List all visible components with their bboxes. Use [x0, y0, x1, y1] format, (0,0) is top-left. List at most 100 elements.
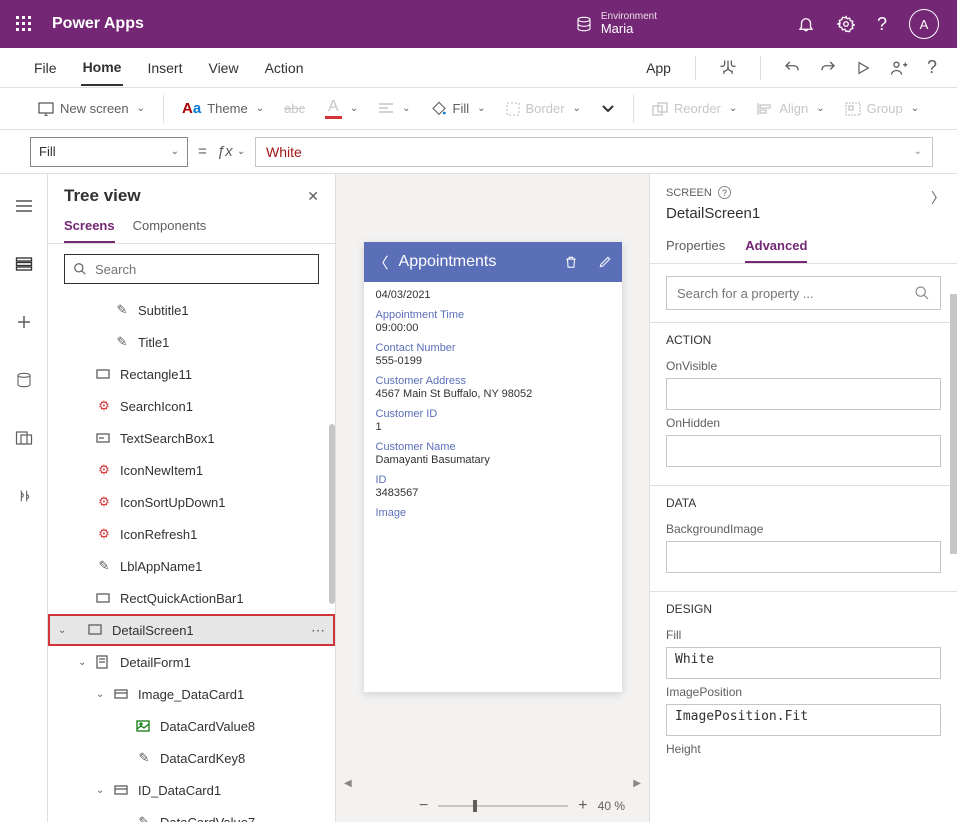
- tree-item-title1[interactable]: ✎Title1: [48, 326, 335, 358]
- chevron-down-icon[interactable]: ⌄: [96, 785, 104, 796]
- tree-item-iconsortupdown1[interactable]: ⚙IconSortUpDown1: [48, 486, 335, 518]
- edit-icon[interactable]: [598, 255, 612, 269]
- data-icon[interactable]: [8, 364, 40, 396]
- chevron-down-icon[interactable]: ⌄: [78, 657, 86, 668]
- zoom-out-icon[interactable]: −: [419, 797, 428, 815]
- tree-item-image-datacard1[interactable]: ⌄Image_DataCard1: [48, 678, 335, 710]
- theme-button[interactable]: Aa Theme ⌄: [174, 96, 272, 121]
- back-icon[interactable]: 〈: [374, 252, 389, 273]
- tree-item-subtitle1[interactable]: ✎Subtitle1: [48, 294, 335, 326]
- prop-label-imageposition: ImagePosition: [666, 685, 941, 699]
- tree-item-detailform1[interactable]: ⌄DetailForm1: [48, 646, 335, 678]
- formula-input[interactable]: White ⌄: [255, 137, 933, 167]
- phone-preview[interactable]: 〈 Appointments 04/03/2021 Appointment Ti…: [364, 242, 622, 692]
- tree-item-rectquickactionbar1[interactable]: RectQuickActionBar1: [48, 582, 335, 614]
- tree-search-input[interactable]: [95, 262, 310, 277]
- prop-input-fill[interactable]: White: [666, 647, 941, 679]
- tree-item-iconrefresh1[interactable]: ⚙IconRefresh1: [48, 518, 335, 550]
- tree-item-iconnewitem1[interactable]: ⚙IconNewItem1: [48, 454, 335, 486]
- notification-icon[interactable]: [797, 15, 815, 33]
- chevron-down-icon[interactable]: ⌄: [96, 689, 104, 700]
- fx-icon[interactable]: ƒx⌄: [217, 143, 245, 160]
- settings-icon[interactable]: [837, 15, 855, 33]
- control-icon: ⚙: [96, 462, 112, 478]
- close-icon[interactable]: ✕: [307, 188, 319, 205]
- hamburger-icon[interactable]: [8, 190, 40, 222]
- waffle-icon[interactable]: [12, 12, 36, 36]
- redo-icon[interactable]: [819, 59, 837, 77]
- new-screen-button[interactable]: New screen ⌄: [30, 97, 153, 120]
- section-title: DESIGN: [666, 602, 941, 616]
- menu-app[interactable]: App: [644, 51, 673, 85]
- tab-components[interactable]: Components: [133, 210, 207, 243]
- horizontal-scrollbar[interactable]: ◀ ▶: [336, 776, 649, 790]
- chevron-down-icon: ⌄: [171, 146, 179, 157]
- text-icon: ✎: [136, 750, 152, 766]
- search-icon: [73, 262, 87, 276]
- fill-button[interactable]: Fill ⌄: [423, 97, 494, 121]
- image-icon: [136, 720, 152, 732]
- tab-screens[interactable]: Screens: [64, 210, 115, 243]
- prop-input-onhidden[interactable]: [666, 435, 941, 467]
- menu-view[interactable]: View: [206, 51, 240, 85]
- play-icon[interactable]: [855, 60, 871, 76]
- undo-icon[interactable]: [783, 59, 801, 77]
- menu-action[interactable]: Action: [263, 51, 306, 85]
- prop-input-imageposition[interactable]: ImagePosition.Fit: [666, 704, 941, 736]
- control-icon: ⚙: [96, 494, 112, 510]
- app-checker-icon[interactable]: [718, 58, 738, 78]
- section-action: ACTION OnVisible OnHidden: [650, 322, 957, 485]
- scrollbar-thumb[interactable]: [950, 294, 957, 554]
- help-circle-icon[interactable]: ?: [718, 186, 731, 199]
- menu-home[interactable]: Home: [81, 50, 124, 86]
- top-header: Power Apps Environment Maria ? A: [0, 0, 957, 48]
- advanced-tools-icon[interactable]: [8, 480, 40, 512]
- delete-icon[interactable]: [564, 254, 578, 270]
- zoom-slider[interactable]: [438, 805, 568, 807]
- more-icon[interactable]: ⋯: [311, 622, 325, 639]
- tree-item-rectangle11[interactable]: Rectangle11: [48, 358, 335, 390]
- prop-input-bgimage[interactable]: [666, 541, 941, 573]
- chevron-down-icon[interactable]: ⌄: [58, 625, 66, 636]
- scroll-left-icon[interactable]: ◀: [344, 778, 352, 789]
- environment-selector[interactable]: Environment Maria: [575, 11, 657, 36]
- align-button: Align⌄: [749, 97, 832, 120]
- help-icon[interactable]: ?: [877, 14, 887, 35]
- prop-input-onvisible[interactable]: [666, 378, 941, 410]
- card-icon: [114, 785, 130, 795]
- menu-insert[interactable]: Insert: [145, 51, 184, 85]
- prop-label-bgimage: BackgroundImage: [666, 522, 941, 536]
- share-icon[interactable]: [889, 58, 909, 78]
- tree-item-detailscreen1[interactable]: ⌄DetailScreen1⋯: [48, 614, 335, 646]
- insert-icon[interactable]: [8, 306, 40, 338]
- screen-icon: [88, 624, 104, 636]
- menu-file[interactable]: File: [32, 51, 59, 85]
- user-avatar[interactable]: A: [909, 9, 939, 39]
- section-design: DESIGN Fill White ImagePosition ImagePos…: [650, 591, 957, 773]
- menu-help-icon[interactable]: ?: [927, 57, 937, 78]
- tree-item-id-datacard1[interactable]: ⌄ID_DataCard1: [48, 774, 335, 806]
- tree-item-datacardvalue7[interactable]: ✎DataCardValue7: [48, 806, 335, 822]
- property-search-input[interactable]: [677, 286, 914, 301]
- tree-item-datacardkey8[interactable]: ✎DataCardKey8: [48, 742, 335, 774]
- tree-search[interactable]: [64, 254, 319, 284]
- scroll-right-icon[interactable]: ▶: [633, 778, 641, 789]
- property-dropdown[interactable]: Fill ⌄: [30, 137, 188, 167]
- formula-bar: Fill ⌄ = ƒx⌄ White ⌄: [0, 130, 957, 174]
- tree-view-icon[interactable]: [8, 248, 40, 280]
- scrollbar-thumb[interactable]: [329, 424, 335, 604]
- media-icon[interactable]: [8, 422, 40, 454]
- tree-item-textsearchbox1[interactable]: TextSearchBox1: [48, 422, 335, 454]
- tab-advanced[interactable]: Advanced: [745, 230, 807, 263]
- tree-item-searchicon1[interactable]: ⚙SearchIcon1: [48, 390, 335, 422]
- tree-item-datacardvalue8[interactable]: DataCardValue8: [48, 710, 335, 742]
- zoom-in-icon[interactable]: +: [578, 797, 587, 815]
- property-search[interactable]: [666, 276, 941, 310]
- chevron-down-icon: ⌄: [477, 103, 485, 114]
- tab-properties[interactable]: Properties: [666, 230, 725, 263]
- chevron-down-icon[interactable]: ⌄: [914, 146, 922, 157]
- tree-item-lblappname1[interactable]: ✎LblAppName1: [48, 550, 335, 582]
- expand-ribbon-button[interactable]: [593, 100, 623, 118]
- chevron-right-icon[interactable]: 〉: [931, 188, 945, 208]
- reorder-button: Reorder⌄: [644, 97, 745, 120]
